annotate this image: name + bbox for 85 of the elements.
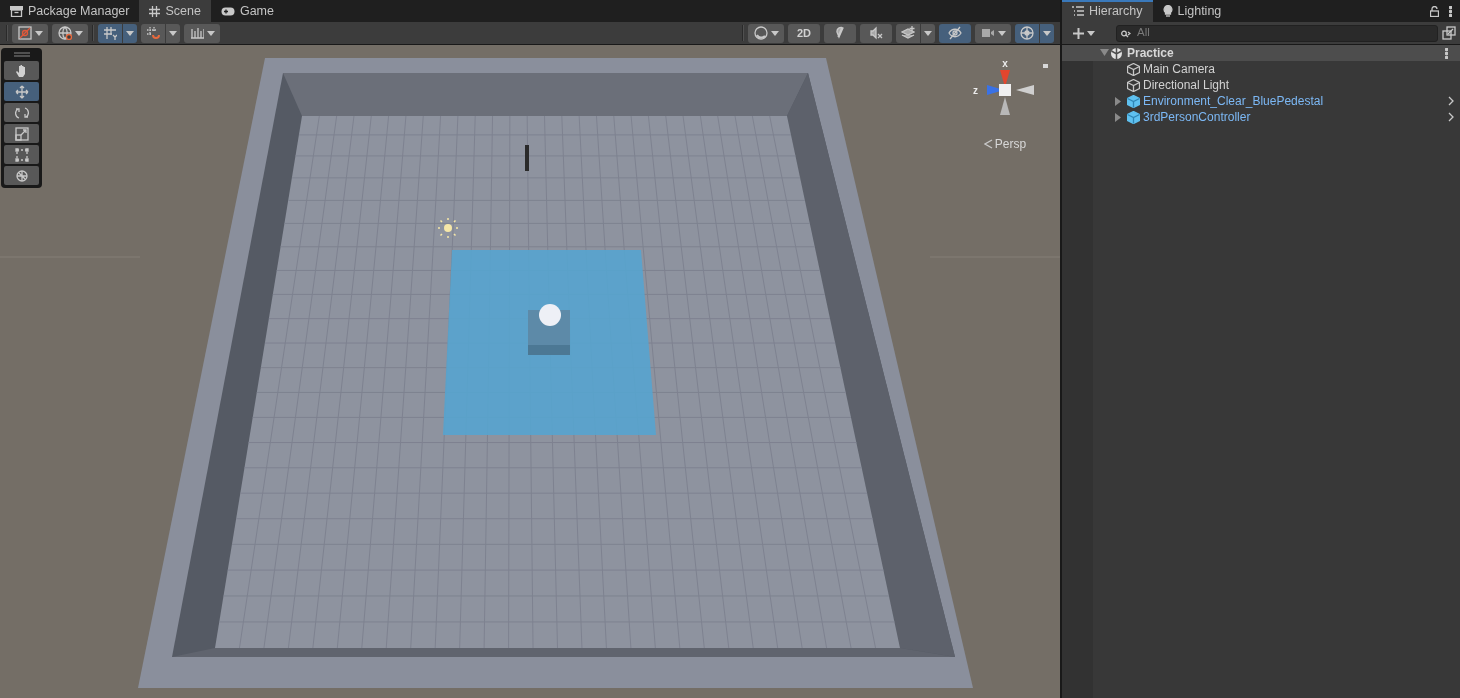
orientation-gizmo[interactable]: x z [960,57,1050,127]
tool-button[interactable] [4,61,39,80]
toolbar-button[interactable] [860,23,892,43]
list-icon [1072,6,1084,16]
dropdown-button[interactable] [921,23,935,43]
hierarchy-item[interactable]: Environment_Clear_BluePedestal [1062,93,1460,109]
hidden-eye-icon [948,26,962,40]
pedestal-drawing [528,304,570,355]
video-camera-icon [980,26,995,40]
tool-button[interactable] [4,166,39,185]
search-icon [1121,29,1131,38]
grid-snap-icon [103,26,117,40]
projection-label[interactable]: Persp [994,135,1027,153]
toolbar-button[interactable] [184,23,220,43]
draw-mode-icon [17,26,32,40]
tab[interactable]: Scene [139,0,211,22]
toolbar-button[interactable] [824,23,856,43]
tab[interactable]: Hierarchy [1062,0,1153,22]
globe-icon [57,26,72,40]
lock-icon[interactable] [1430,5,1439,17]
toolbar-button[interactable] [52,23,88,43]
scene-row[interactable]: Practice [1062,45,1460,61]
tool-button[interactable] [4,82,39,101]
caret-icon [1043,30,1051,36]
plus-icon [1073,27,1084,39]
hierarchy-item[interactable]: Main Camera [1062,61,1460,77]
caret-icon [924,30,932,36]
tab[interactable]: Lighting [1152,0,1232,22]
move-arrows-icon [14,84,29,99]
object-name: 3rdPersonController [1143,109,1251,126]
transform-globe-icon [14,168,29,183]
search-field[interactable]: All [1116,24,1438,42]
cube-outline-icon [1127,78,1140,92]
scene-name: Practice [1127,45,1174,62]
caret-icon [169,30,177,36]
object-name: Directional Light [1143,77,1230,94]
scale-icon [14,126,29,141]
dropdown-button[interactable] [123,23,137,43]
sun-light-icon[interactable] [437,217,459,239]
toolbar-button[interactable] [748,23,784,43]
caret-icon [1087,30,1095,36]
layers-icon [901,26,915,40]
more-icon[interactable] [1449,5,1452,17]
tool-button[interactable] [4,103,39,122]
tool-button[interactable] [4,145,39,164]
toolbar-button[interactable] [1015,23,1039,43]
gamepad-icon [220,6,235,16]
toolbar-button[interactable] [975,23,1011,43]
toolbar-button[interactable] [12,23,48,43]
dropdown-button[interactable] [1040,23,1054,43]
tab[interactable]: Package Manager [0,0,140,22]
popout-icon[interactable] [1442,26,1456,40]
collapsed-arrow-icon[interactable] [1113,96,1123,106]
ruler-icon [189,26,204,40]
toolbar-button[interactable] [141,23,165,43]
x-axis-label: x [1002,58,1008,69]
z-axis-label: z [973,85,978,96]
cube-outline-icon [1127,62,1140,76]
grid-icon [149,5,161,17]
drag-handle-icon[interactable] [13,52,30,57]
toolbar-button[interactable] [98,23,122,43]
dropdown-button[interactable] [166,23,180,43]
hierarchy-item[interactable]: Directional Light [1062,77,1460,93]
box-icon [10,5,23,17]
shading-sphere-icon [753,26,768,40]
rotate-icon [14,105,29,120]
hierarchy-item[interactable]: 3rdPersonController [1062,109,1460,125]
tab[interactable]: Game [210,0,284,22]
expanded-arrow-icon[interactable] [1099,49,1109,57]
gizmo-sphere-icon [1020,26,1034,40]
tool-button[interactable] [4,124,39,143]
rect-transform-icon [14,147,29,162]
mute-speaker-icon [869,26,883,40]
collapsed-arrow-icon[interactable] [1113,112,1123,122]
snap-magnet-icon [146,26,160,40]
cube-icon [1127,110,1140,124]
cube-icon [1127,94,1140,108]
toolbar-button[interactable] [896,23,920,43]
chevron-left-icon [983,139,993,149]
object-name: Environment_Clear_BluePedestal [1143,93,1324,110]
caret-icon [126,30,134,36]
toolbar-button[interactable] [939,23,971,43]
object-name: Main Camera [1143,61,1216,78]
mode-2d-button[interactable]: 2D [788,23,820,43]
more-icon[interactable] [1445,47,1448,59]
